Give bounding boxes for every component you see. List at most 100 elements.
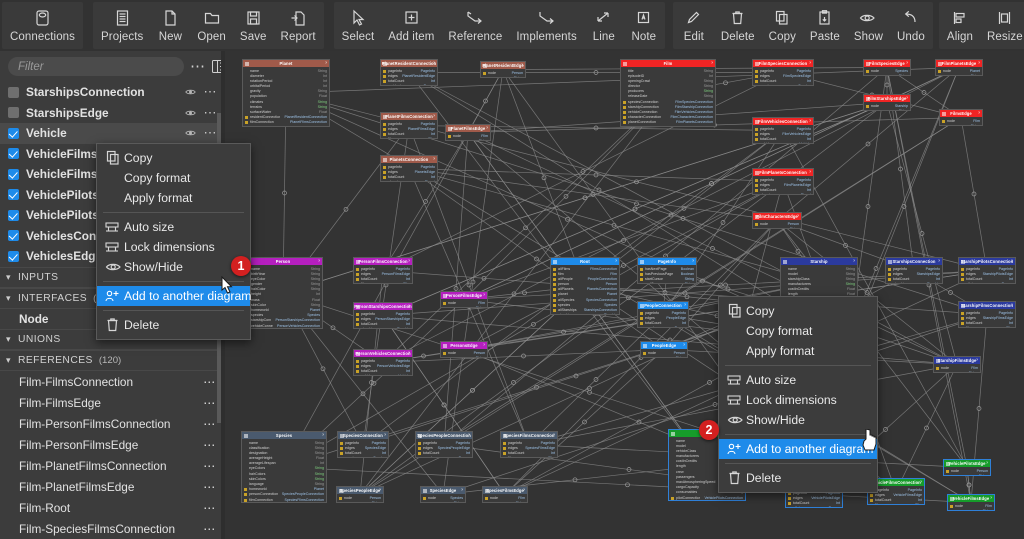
- menu-item-add-to-another-diagram[interactable]: Add to another diagram: [97, 286, 251, 306]
- diagram-node[interactable]: › PersonVehiclesConnection pageInfo PageInf…: [353, 349, 413, 376]
- node-collapse-icon[interactable]: ›: [711, 61, 713, 66]
- diagram-node[interactable]: › StarshipPilotsConnection pageInfo PageInf…: [958, 257, 1016, 284]
- diagram-node[interactable]: › FilmPlanetsEdge node Planet cursor String: [935, 59, 983, 76]
- sidebar-reference-item[interactable]: Film-Root ⋯: [0, 497, 221, 518]
- row-more-icon[interactable]: ⋯: [204, 85, 218, 98]
- node-collapse-icon[interactable]: ›: [978, 61, 980, 66]
- diagram-node[interactable]: › StarshipFilmsConnection pageInfo PageInfo…: [958, 301, 1016, 328]
- node-header[interactable]: › PlanetFilmsEdge: [446, 125, 490, 132]
- node-header[interactable]: › SpeciesFilmsEdge: [483, 487, 527, 494]
- node-collapse-icon[interactable]: ›: [1011, 303, 1013, 308]
- sidebar-item-checkbox[interactable]: [8, 189, 19, 201]
- diagram-node[interactable]: › Planet name String diameter Int rotationPeri…: [242, 59, 330, 127]
- node-header[interactable]: › StarshipFilmsEdge: [934, 357, 980, 364]
- node-header[interactable]: › PeopleConnection: [638, 302, 688, 309]
- node-collapse-icon[interactable]: ›: [468, 433, 470, 438]
- diagram-node[interactable]: › FilmSpeciesConnection pageInfo PageInfo ed…: [752, 59, 814, 86]
- diagram-node[interactable]: › PersonFilmsConnection pageInfo PageInfo ed…: [353, 257, 413, 284]
- toolbar-button-line[interactable]: Line: [584, 2, 624, 49]
- diagram-node[interactable]: › SpeciesFilmsConnection pageInfo PageInfo e…: [500, 431, 558, 458]
- node-collapse-icon[interactable]: ›: [553, 433, 555, 438]
- diagram-node[interactable]: › SpeciesConnection pageInfo PageInfo edges S…: [337, 431, 389, 458]
- toolbar-button-save[interactable]: Save: [233, 2, 274, 49]
- node-header[interactable]: › PersonsEdge: [441, 342, 487, 349]
- row-more-icon[interactable]: ⋯: [203, 480, 215, 494]
- menu-item-copy-format[interactable]: Copy format: [719, 321, 877, 341]
- diagram-node[interactable]: › PlanetsConnection pageInfo PageInfo edges P…: [380, 155, 438, 182]
- row-more-icon[interactable]: ⋯: [203, 459, 215, 473]
- node-collapse-icon[interactable]: ›: [692, 259, 694, 264]
- node-header[interactable]: › VehiclePilotsEdge: [944, 460, 990, 467]
- toolbar-button-report[interactable]: Report: [274, 2, 323, 49]
- node-header[interactable]: › FilmPlanetsEdge: [936, 60, 982, 67]
- diagram-node[interactable]: › PlanetResidentConnection pageInfo PageInf…: [380, 59, 438, 86]
- sidebar-item-checkbox[interactable]: [8, 250, 19, 262]
- toolbar-button-reference[interactable]: Reference: [441, 2, 509, 49]
- node-collapse-icon[interactable]: ›: [684, 303, 686, 308]
- node-header[interactable]: › PeopleEdge: [641, 342, 687, 349]
- node-collapse-icon[interactable]: ›: [797, 214, 799, 219]
- node-collapse-icon[interactable]: ›: [1011, 259, 1013, 264]
- chevron-down-icon[interactable]: ▾: [6, 293, 11, 304]
- diagram-node[interactable]: › Person name String birthYear String eyeColor…: [243, 257, 323, 329]
- diagram-node[interactable]: › PersonFilmsEdge node Film cursor String: [440, 291, 488, 308]
- toolbar-button-resize[interactable]: Resize: [980, 2, 1024, 49]
- node-collapse-icon[interactable]: ›: [906, 61, 908, 66]
- diagram-node[interactable]: › SpeciesPeopleConnection pageInfo PageInfo…: [415, 431, 473, 458]
- context-menu-canvas[interactable]: Copy Copy format Apply format Auto size Lock…: [718, 296, 878, 493]
- diagram-node[interactable]: › PersonStarshipsConnection pageInfo PageIn…: [353, 302, 413, 329]
- menu-item-auto-size[interactable]: Auto size: [719, 370, 877, 390]
- diagram-node[interactable]: › SpeciesEdge node Species cursor String: [420, 486, 466, 503]
- row-more-icon[interactable]: ⋯: [203, 375, 215, 389]
- row-more-icon[interactable]: ⋯: [203, 522, 215, 536]
- node-collapse-icon[interactable]: ›: [461, 488, 463, 493]
- node-header[interactable]: › PlanetResidentConnection: [381, 60, 437, 67]
- diagram-node[interactable]: › Root allFilms FilmsConnection film Film allP…: [550, 257, 620, 315]
- node-collapse-icon[interactable]: ›: [809, 119, 811, 124]
- node-collapse-icon[interactable]: ›: [938, 259, 940, 264]
- node-header[interactable]: › StarshipsConnection: [886, 258, 942, 265]
- sidebar-reference-item[interactable]: Film-PersonFilmsEdge ⋯: [0, 434, 221, 455]
- toolbar-button-open[interactable]: Open: [190, 2, 233, 49]
- node-collapse-icon[interactable]: ›: [318, 259, 320, 264]
- sidebar-item-starshipsedge[interactable]: StarshipsEdge ⋯: [0, 103, 221, 124]
- sidebar-item-starshipsconnection[interactable]: StarshipsConnection ⋯: [0, 82, 221, 103]
- node-collapse-icon[interactable]: ›: [433, 114, 435, 119]
- sidebar-item-vehicle[interactable]: Vehicle ⋯: [0, 123, 221, 144]
- node-header[interactable]: › Planet: [243, 60, 329, 67]
- node-header[interactable]: › FilmVehiclesConnection: [753, 118, 813, 125]
- node-collapse-icon[interactable]: ›: [408, 304, 410, 309]
- diagram-node[interactable]: › FilmVehiclesConnection pageInfo PageInfo e…: [752, 117, 814, 144]
- node-collapse-icon[interactable]: ›: [325, 61, 327, 66]
- diagram-node[interactable]: › FilmCharactersEdge node Person cursor Strin…: [752, 212, 802, 229]
- menu-item-apply-format[interactable]: Apply format: [719, 341, 877, 361]
- menu-item-copy[interactable]: Copy: [97, 148, 250, 168]
- toolbar-button-projects[interactable]: Projects: [94, 2, 150, 49]
- toolbar-button-align[interactable]: Align: [940, 2, 980, 49]
- sidebar-group-references[interactable]: ▾ REFERENCES (120): [0, 350, 221, 371]
- node-collapse-icon[interactable]: ›: [809, 170, 811, 175]
- toolbar-button-implements[interactable]: Implements: [509, 2, 583, 49]
- diagram-node[interactable]: › PlanetFilmsEdge node Film cursor String: [445, 124, 491, 141]
- diagram-node[interactable]: › StarshipFilmsEdge node Film cursor String: [933, 356, 981, 373]
- toolbar-button-connections[interactable]: Connections: [3, 2, 82, 49]
- menu-item-auto-size[interactable]: Auto size: [97, 217, 250, 237]
- chevron-down-icon[interactable]: ▾: [6, 334, 11, 345]
- node-header[interactable]: › PersonVehiclesConnection: [354, 350, 412, 357]
- node-collapse-icon[interactable]: ›: [521, 63, 523, 68]
- sidebar-reference-item[interactable]: Film-SpeciesFilmsConnection ⋯: [0, 518, 221, 539]
- diagram-node[interactable]: › SpeciesFilmsEdge node Film cursor String: [482, 486, 528, 503]
- node-header[interactable]: › SpeciesPeopleEdge: [337, 487, 383, 494]
- toolbar-button-undo[interactable]: Undo: [890, 2, 932, 49]
- row-more-icon[interactable]: ⋯: [204, 106, 218, 119]
- node-collapse-icon[interactable]: ›: [920, 480, 922, 485]
- row-more-icon[interactable]: ⋯: [203, 438, 215, 452]
- node-header[interactable]: › PlanetResidentEdge: [481, 62, 525, 69]
- node-collapse-icon[interactable]: ›: [683, 343, 685, 348]
- menu-item-lock-dimensions[interactable]: Lock dimensions: [97, 237, 250, 257]
- menu-item-show-hide[interactable]: Show/Hide: [97, 257, 250, 277]
- node-header[interactable]: › FilmPlanetsConnection: [753, 169, 813, 176]
- sidebar-item-checkbox[interactable]: [8, 148, 19, 160]
- node-collapse-icon[interactable]: ›: [433, 61, 435, 66]
- node-header[interactable]: › FilmCharactersEdge: [753, 213, 801, 220]
